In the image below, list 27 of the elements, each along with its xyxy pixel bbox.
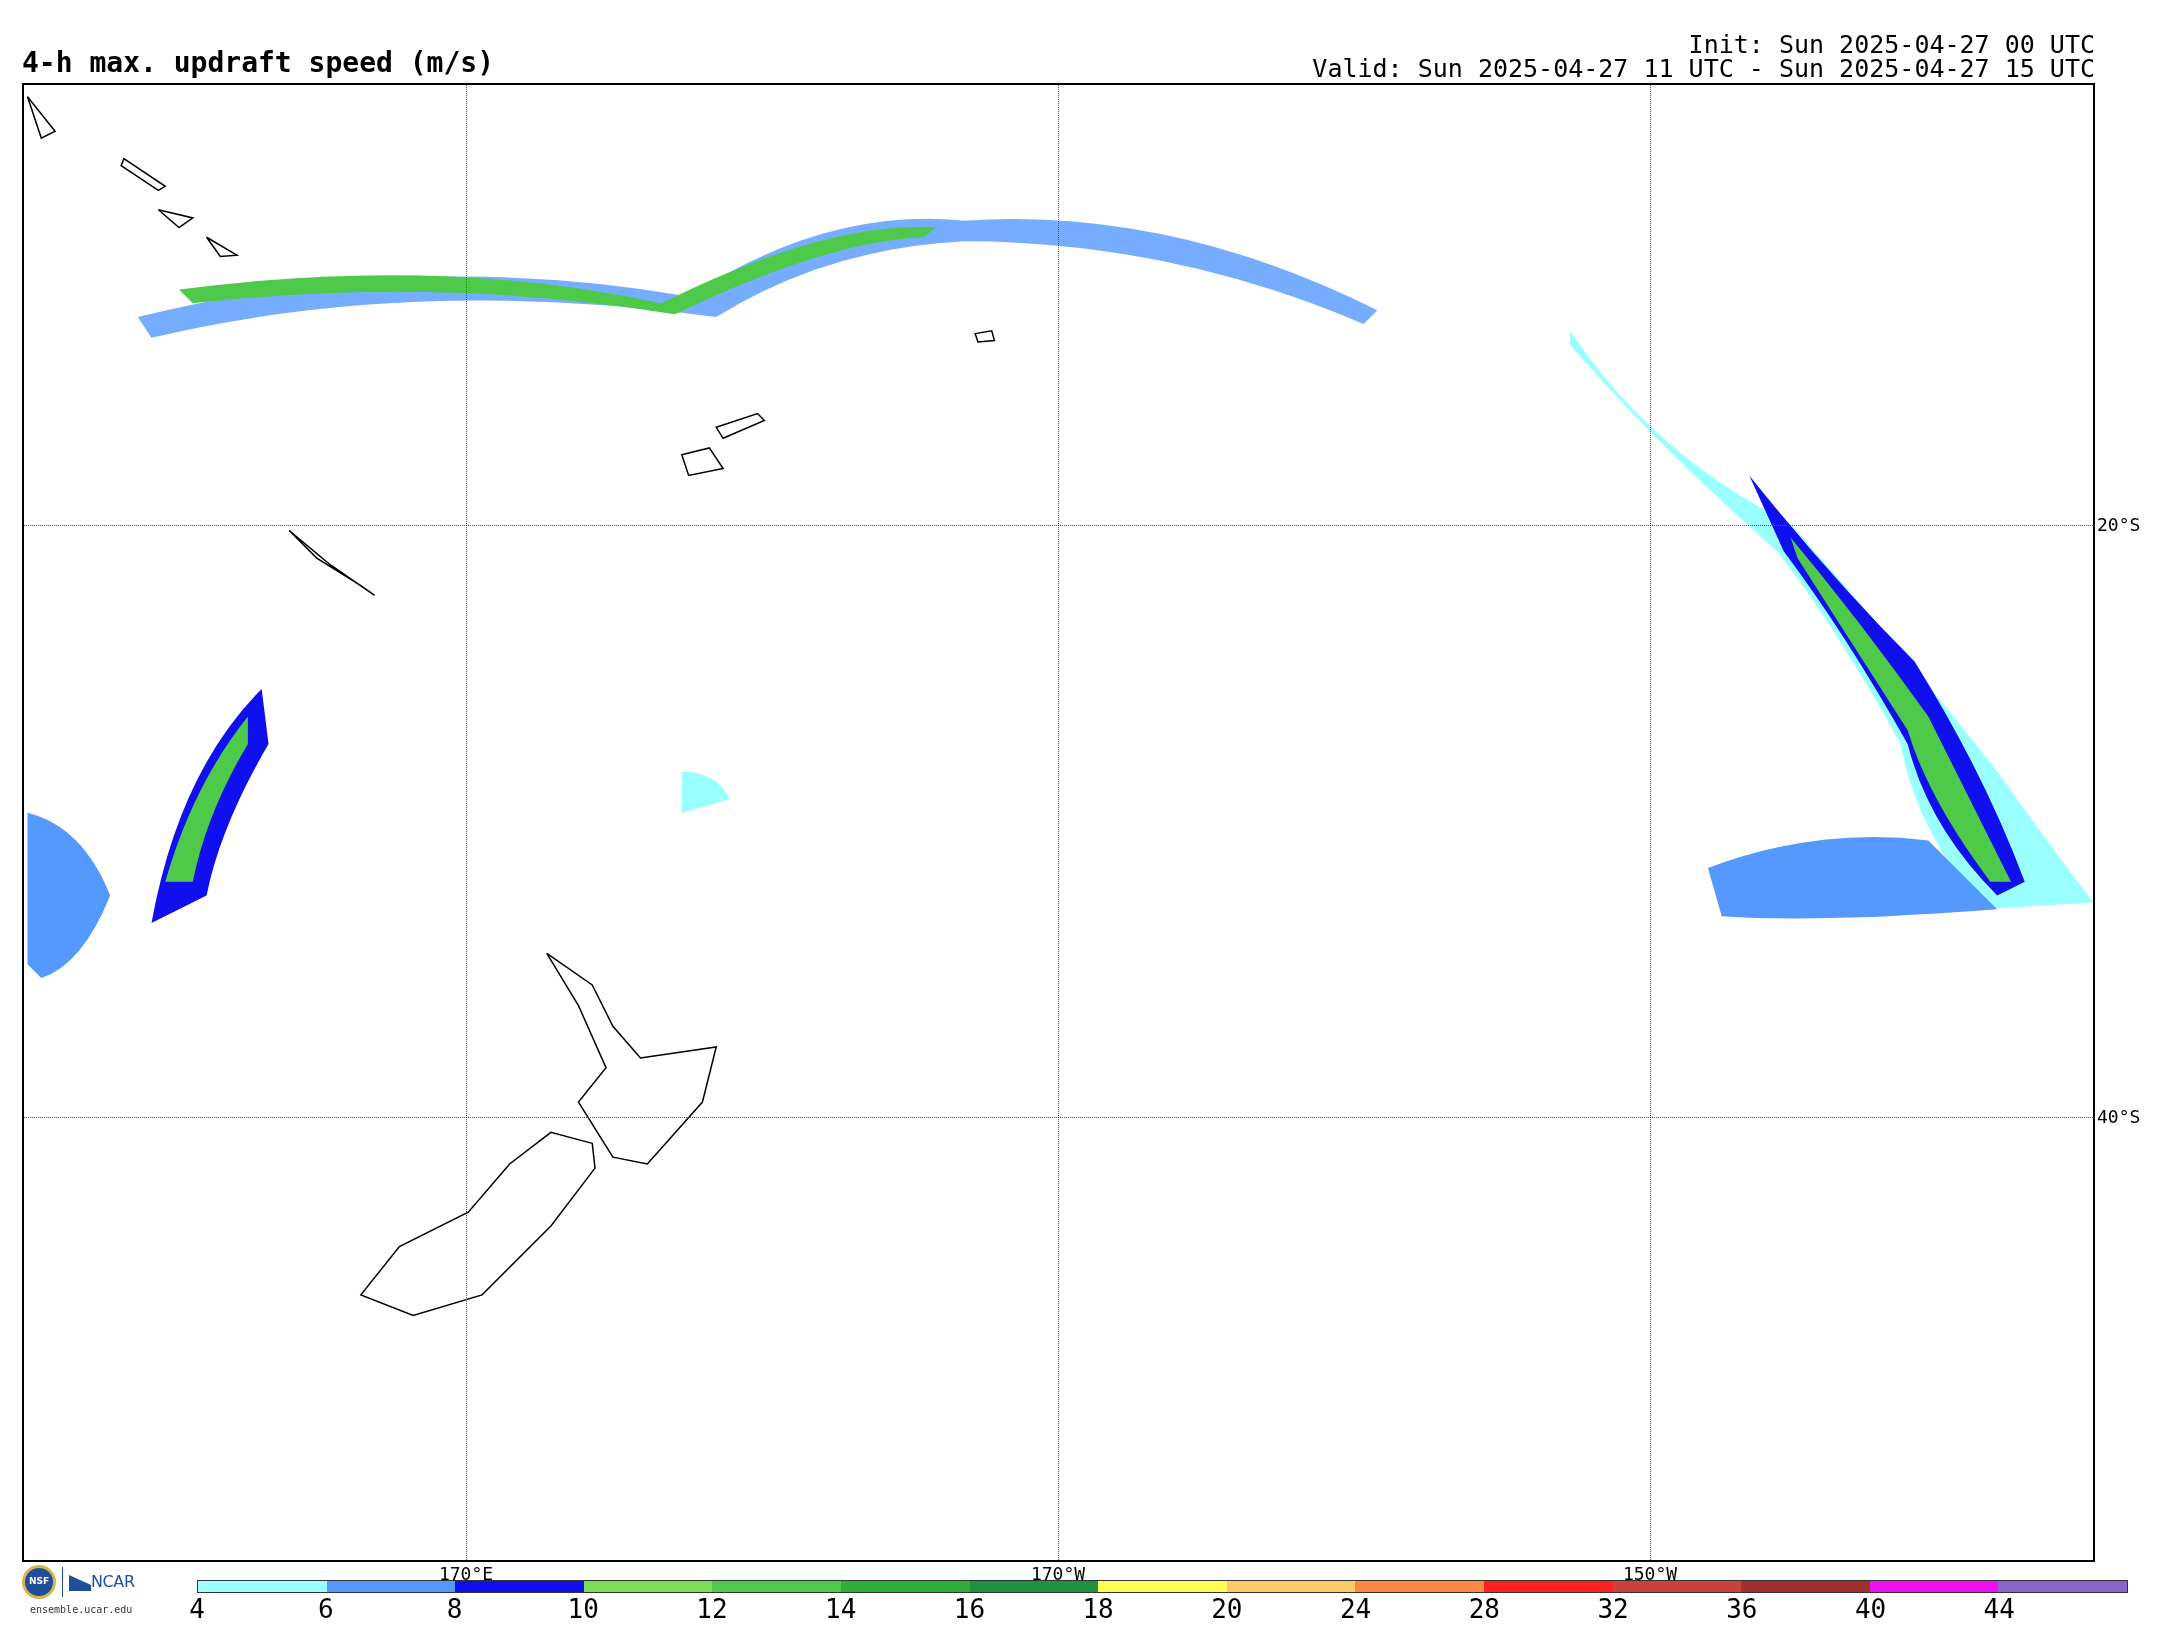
ncar-logo: NCAR [69,1570,135,1594]
tick-label: 44 [1983,1596,2015,1622]
tick-label: 20 [1211,1596,1243,1622]
latitude-label: 20°S [2097,516,2141,534]
tick-label: 10 [567,1596,599,1622]
tick-label: 28 [1468,1596,1500,1622]
init-time: Init: Sun 2025-04-27 00 UTC [1688,33,2095,57]
tick-label: 32 [1597,1596,1629,1622]
nsf-logo: NSF [22,1565,56,1599]
valid-time: Valid: Sun 2025-04-27 11 UTC - Sun 2025-04-27 15 UTC [1312,57,2095,81]
tick-label: 4 [189,1596,205,1622]
tick-label: 6 [317,1596,334,1622]
longitude-label: 150°W [1622,1565,1678,1583]
longitude-label: 170°W [1030,1565,1086,1583]
tick-label: 40 [1854,1596,1887,1622]
tick-label: 36 [1726,1596,1758,1622]
ncar-mark-icon [69,1573,91,1591]
tick-label: 14 [825,1596,857,1622]
tick-label: 16 [953,1596,986,1622]
latitude-label: 40°S [2097,1108,2141,1126]
longitude-label: 170°E [438,1565,494,1583]
tick-label: 24 [1339,1596,1372,1622]
tick-label: 12 [696,1596,728,1622]
chart-title: 4-h max. updraft speed (m/s) [22,49,494,81]
website-url: ensemble.ucar.edu [30,1603,133,1617]
tick-label: 18 [1082,1596,1114,1622]
tick-label: 8 [446,1596,463,1622]
